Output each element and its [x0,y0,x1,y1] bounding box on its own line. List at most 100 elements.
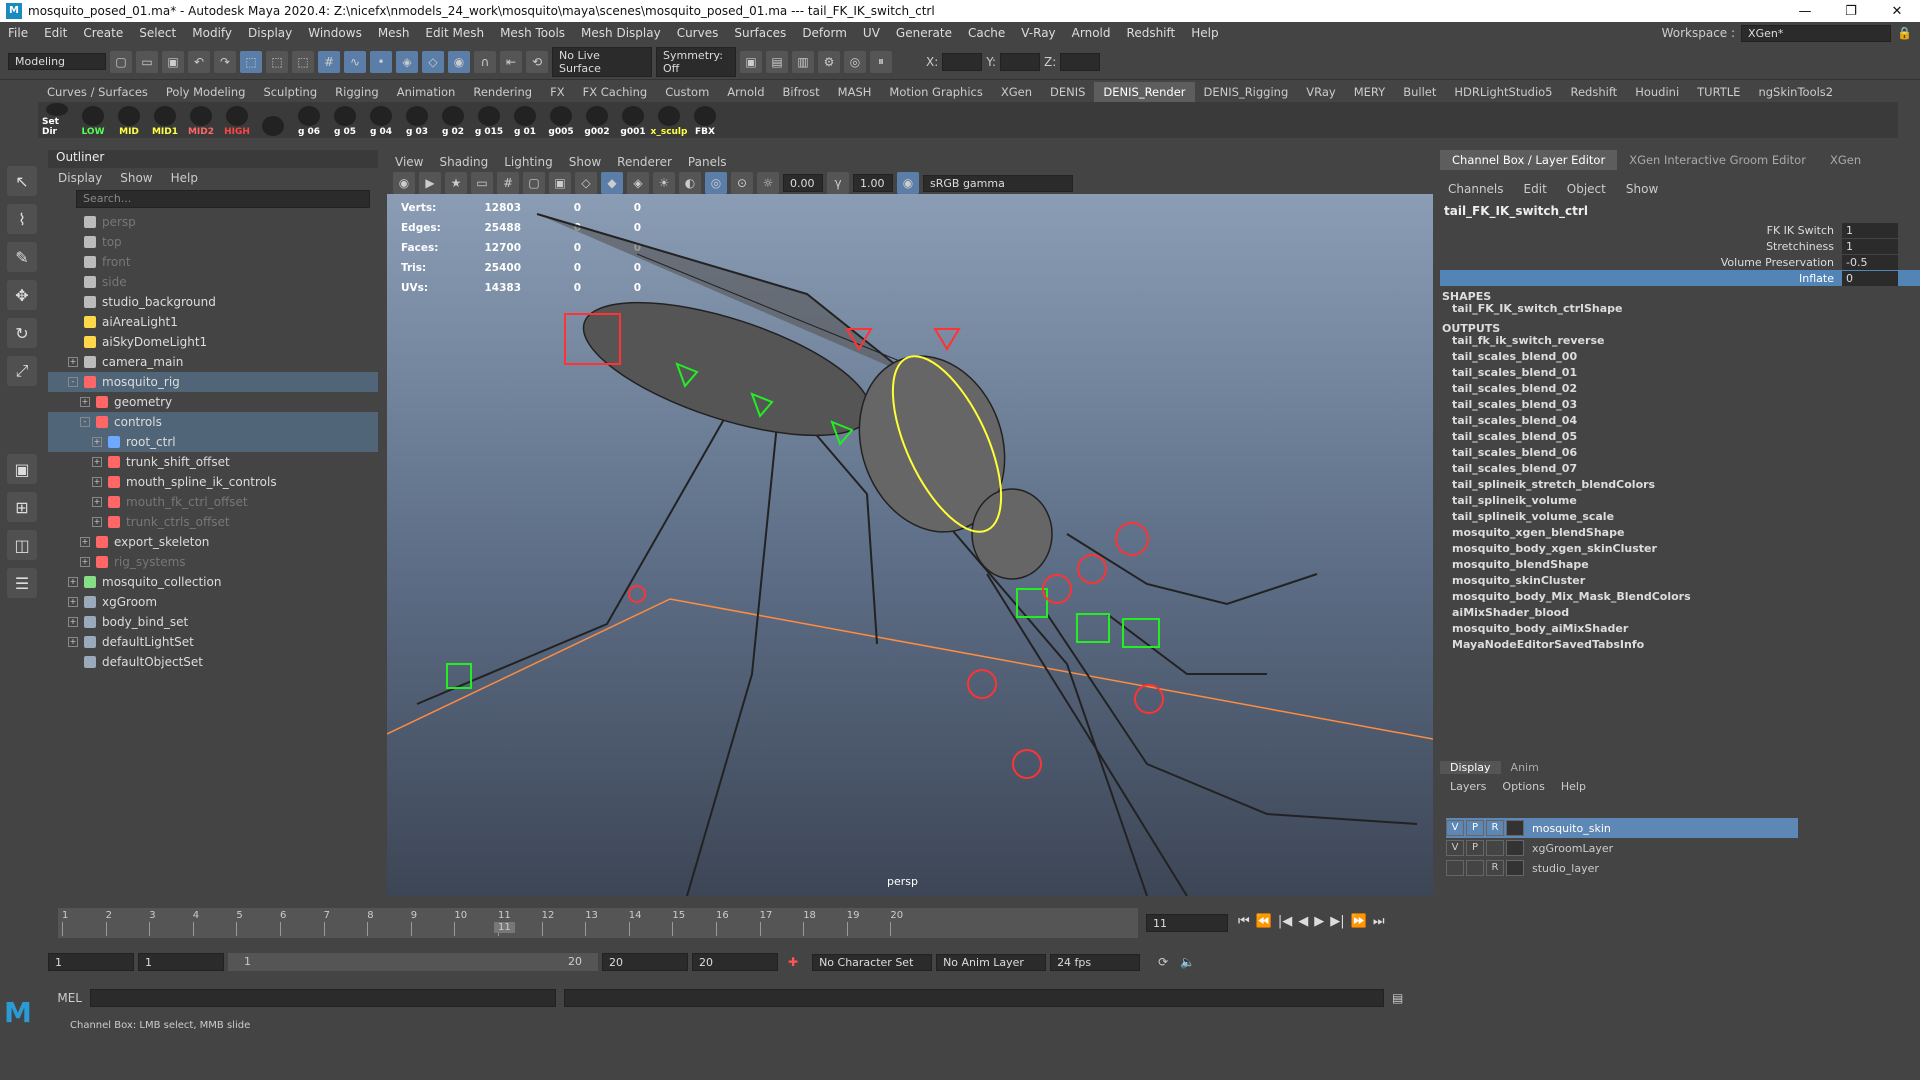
expand-toggle-icon[interactable] [68,297,78,307]
layer-name[interactable]: mosquito_skin [1532,822,1611,835]
anim-start-field[interactable]: 1 [138,953,224,971]
output-node[interactable]: mosquito_blendShape [1440,558,1920,574]
shelf-button[interactable]: HIGH [222,103,252,137]
shelf-button[interactable] [258,103,288,137]
layer-v-toggle[interactable]: V [1446,840,1464,856]
render-current-icon[interactable]: ▤ [766,50,788,73]
menu-help[interactable]: Help [1183,26,1226,40]
outliner-item[interactable]: + mouth_fk_ctrl_offset [48,492,378,512]
grid-toggle-icon[interactable]: # [497,172,519,194]
menu-file[interactable]: File [0,26,36,40]
shelf-tab[interactable]: ngSkinTools2 [1749,82,1842,102]
layer-r-toggle[interactable]: R [1486,820,1504,836]
channel-value[interactable]: 0 [1842,270,1898,286]
outliner-item[interactable]: defaultObjectSet [48,652,378,672]
shelf-tab[interactable]: Redshift [1562,82,1627,102]
outliner-item[interactable]: + mosquito_collection [48,572,378,592]
shelf-button[interactable]: FBX [690,103,720,137]
viewport-menu-item[interactable]: Lighting [504,155,553,169]
script-language-label[interactable]: MEL [48,991,82,1005]
viewport-menu-item[interactable]: Shading [439,155,488,169]
workspace-dropdown[interactable]: XGen* [1741,24,1892,42]
ipr-render-icon[interactable]: ▥ [792,50,814,73]
snap-curve-icon[interactable]: ∿ [344,50,366,73]
shelf-button[interactable]: Set Dir [42,103,72,137]
image-plane-icon[interactable]: ▭ [471,172,493,194]
render-view-icon[interactable]: ▣ [740,50,762,73]
command-input[interactable] [90,989,556,1007]
channel-name[interactable]: Stretchiness [1440,240,1842,253]
layer-name[interactable]: studio_layer [1532,862,1599,875]
select-object-icon[interactable]: ⬚ [266,50,288,73]
shelf-button[interactable]: g 015 [474,103,504,137]
film-gate-icon[interactable]: ▢ [523,172,545,194]
expand-toggle-icon[interactable]: + [80,537,90,547]
resolution-gate-icon[interactable]: ▣ [549,172,571,194]
output-node[interactable]: tail_scales_blend_00 [1440,350,1920,366]
shelf-tab[interactable]: VRay [1297,82,1344,102]
expand-toggle-icon[interactable]: + [80,397,90,407]
viewport-menu-item[interactable]: Renderer [617,155,672,169]
expand-toggle-icon[interactable]: - [80,417,90,427]
layer-row[interactable]: V P Rmosquito_skin [1446,818,1798,838]
output-node[interactable]: mosquito_body_xgen_skinCluster [1440,542,1920,558]
snap-surface-icon[interactable]: ◇ [422,50,444,73]
layer-r-toggle[interactable] [1486,840,1504,856]
shelf-tab[interactable]: Rendering [464,82,541,102]
current-frame-marker[interactable]: 11 [494,922,515,933]
symmetry-dropdown[interactable]: Symmetry: Off [656,46,736,77]
select-hierarchy-icon[interactable]: ⬚ [240,50,262,73]
menu-windows[interactable]: Windows [300,26,370,40]
shelf-tab[interactable]: Curves / Surfaces [38,82,157,102]
expand-toggle-icon[interactable]: + [68,617,78,627]
shelf-tab[interactable]: HDRLightStudio5 [1445,82,1561,102]
shelf-tab[interactable]: DENIS [1041,82,1094,102]
audio-icon[interactable]: 🔈 [1180,955,1195,969]
pause-icon[interactable]: ⏸ [870,50,892,73]
magnet-icon[interactable]: ∩ [474,50,496,73]
shelf-button[interactable]: MID1 [150,103,180,137]
viewport-menu-item[interactable]: View [395,155,423,169]
outliner-menu-item[interactable]: Show [120,171,152,185]
output-node[interactable]: tail_splineik_stretch_blendColors [1440,478,1920,494]
wireframe-icon[interactable]: ◇ [575,172,597,194]
key-icon[interactable]: ✚ [788,955,798,969]
shelf-tab[interactable]: Animation [388,82,465,102]
expand-toggle-icon[interactable]: - [68,377,78,387]
bookmark-icon[interactable]: ★ [445,172,467,194]
rotate-tool-icon[interactable]: ↻ [7,318,37,348]
snap-view-icon[interactable]: ◈ [396,50,418,73]
layer-menu-item[interactable]: Layers [1450,780,1486,798]
expand-toggle-icon[interactable] [68,217,78,227]
shelf-tab[interactable]: Bullet [1394,82,1445,102]
output-node[interactable]: MayaNodeEditorSavedTabsInfo [1440,638,1920,654]
menu-redshift[interactable]: Redshift [1119,26,1184,40]
output-node[interactable]: tail_scales_blend_03 [1440,398,1920,414]
move-tool-icon[interactable]: ✥ [7,280,37,310]
undo-icon[interactable]: ↶ [188,50,210,73]
color-space-dropdown[interactable]: sRGB gamma [923,174,1073,192]
expand-toggle-icon[interactable] [68,257,78,267]
menu-surfaces[interactable]: Surfaces [726,26,794,40]
menu-uv[interactable]: UV [855,26,888,40]
y-field[interactable] [1000,52,1041,71]
layer-name[interactable]: xgGroomLayer [1532,842,1613,855]
outliner-item[interactable]: - controls [48,412,378,432]
menu-display[interactable]: Display [240,26,300,40]
live-surface-field[interactable]: No Live Surface [552,46,652,77]
snap-grid-icon[interactable]: # [318,50,340,73]
output-node[interactable]: mosquito_body_Mix_Mask_BlendColors [1440,590,1920,606]
layer-tab[interactable]: Anim [1501,761,1549,774]
expand-toggle-icon[interactable]: + [68,637,78,647]
output-node[interactable]: tail_scales_blend_05 [1440,430,1920,446]
output-node[interactable]: tail_scales_blend_07 [1440,462,1920,478]
input-ops-icon[interactable]: ⇤ [500,50,522,73]
play-forward-icon[interactable]: ▶ [1314,914,1324,929]
anim-end-field[interactable]: 20 [602,953,688,971]
channel-name[interactable]: Volume Preservation [1440,256,1842,269]
expand-toggle-icon[interactable]: + [92,497,102,507]
outliner-item[interactable]: aiAreaLight1 [48,312,378,332]
expand-toggle-icon[interactable] [68,237,78,247]
layer-row[interactable]: Rstudio_layer [1446,858,1920,878]
scene-end-field[interactable]: 20 [692,953,778,971]
